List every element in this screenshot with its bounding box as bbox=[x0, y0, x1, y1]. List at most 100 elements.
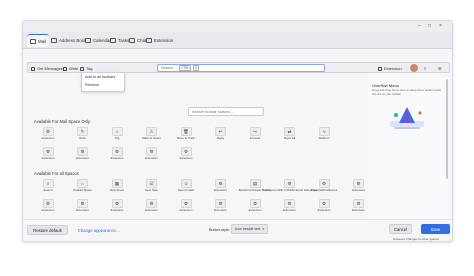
change-appearance-link[interactable]: Change appearance… bbox=[77, 225, 121, 235]
restore-default-button[interactable]: Restore default bbox=[27, 225, 68, 235]
palette-item[interactable]: ⚙ Summarize With A Mobile Email Hello Fre… bbox=[262, 179, 317, 196]
toolbar-button-icon: ▦ bbox=[111, 179, 123, 188]
palette-item-label: Extension bbox=[145, 156, 158, 160]
palette-item-label: Search bbox=[43, 188, 53, 192]
toolbar-button-icon: ⚙ bbox=[146, 199, 157, 208]
palette-item[interactable]: ▦ New Event bbox=[102, 179, 132, 196]
palette-item-label: Extension bbox=[317, 208, 331, 212]
palette-item[interactable]: ⤷ Redirect bbox=[309, 127, 339, 144]
write-button[interactable]: Write bbox=[63, 65, 78, 72]
button-label: Get Messages bbox=[37, 66, 63, 71]
palette-item[interactable]: ✎ Write bbox=[68, 127, 98, 144]
toolbar-button-icon: ⚙ bbox=[111, 147, 123, 156]
overflow-description: Drag and drop items here to keep them wi… bbox=[372, 88, 442, 96]
palette-item[interactable]: ⚙ Extension bbox=[309, 199, 339, 216]
toolbar-button-icon: ⚙ bbox=[284, 199, 295, 208]
palette-item-label: Extension bbox=[179, 156, 193, 160]
palette-item[interactable]: ⚙ Extension bbox=[206, 179, 236, 196]
palette-item[interactable]: ☑ New Task bbox=[137, 179, 167, 196]
palette-item[interactable]: ⚙ Extension bbox=[137, 199, 167, 216]
palette-item[interactable]: ⚙ Extension bbox=[102, 147, 132, 164]
palette-item[interactable]: ⚠ Mark as Spam bbox=[137, 127, 167, 144]
toolbar-button-icon: ⚠ bbox=[146, 127, 157, 136]
palette-item[interactable]: ☺ New Contact bbox=[171, 179, 201, 196]
close-button[interactable]: × bbox=[439, 23, 442, 29]
toolbar-button-icon: ⚙ bbox=[77, 147, 88, 156]
palette-item[interactable]: ⚙ Extension bbox=[275, 199, 305, 216]
extension-icon bbox=[146, 38, 152, 43]
palette-item[interactable]: ⇄ Reply All bbox=[275, 127, 305, 144]
toolbar-button-icon: ☺ bbox=[180, 179, 192, 188]
palette-item[interactable]: ⚙ Extension bbox=[33, 199, 63, 216]
palette-item-label: Extension bbox=[214, 208, 227, 212]
palette-item[interactable]: ⌂ Tag bbox=[102, 127, 132, 144]
palette-item-label: Extension bbox=[352, 208, 365, 212]
palette-item[interactable]: ⚙ Extension bbox=[68, 199, 98, 216]
button-label: Write bbox=[69, 66, 79, 71]
palette-item-label: Extension bbox=[145, 208, 158, 212]
toolbar-button-icon: ⚙ bbox=[180, 147, 192, 156]
toolbar-button-icon: ⌕ bbox=[42, 179, 54, 188]
toolbar-button-icon: ⚙ bbox=[215, 179, 226, 188]
toolbar-button-icon: ⚙ bbox=[318, 199, 330, 208]
palette-item-label: Extension bbox=[76, 156, 89, 160]
avatar[interactable] bbox=[410, 64, 418, 72]
toolbar-search-input[interactable]: Search… CTRL K bbox=[157, 64, 325, 72]
palette-item[interactable]: ⚙ Extension bbox=[137, 147, 167, 164]
overflow-panel: Overflow Menu Drag and drop items here t… bbox=[368, 77, 448, 225]
tasks-icon bbox=[110, 38, 116, 43]
cancel-button[interactable]: Cancel bbox=[389, 224, 412, 234]
search-placeholder: Search… bbox=[161, 66, 177, 70]
palette-item[interactable]: ↩ Reply bbox=[206, 127, 236, 144]
app-menu-icon[interactable]: ☰ bbox=[438, 65, 442, 72]
get-messages-button[interactable]: Get Messages bbox=[31, 65, 63, 72]
palette-item-label: Extension bbox=[110, 156, 124, 160]
shortcut-key: K bbox=[193, 65, 200, 71]
save-button[interactable]: Save bbox=[421, 224, 450, 234]
palette-item-label: Extension bbox=[76, 208, 89, 212]
search-placeholder: Search toolbar buttons… bbox=[192, 109, 235, 114]
minimize-button[interactable]: – bbox=[418, 23, 421, 29]
palette-item[interactable]: ⚙ ExportAsPlusNames bbox=[309, 179, 339, 196]
spaces-tab-bar: Mail Address Book Calendar Tasks Chat Ex… bbox=[23, 32, 452, 49]
palette-item-label: Extension bbox=[110, 208, 124, 212]
palette-item[interactable]: ⇔ Parallel Space bbox=[68, 179, 98, 196]
palette-item[interactable]: 🗑 Move to Trash bbox=[171, 127, 201, 144]
palette-item[interactable]: ⚙ Extension bbox=[33, 127, 63, 144]
palette-item[interactable]: ⚙ Extension bbox=[102, 199, 132, 216]
palette-item[interactable]: ⚙ Extension bbox=[206, 199, 236, 216]
palette-item-label: Forward bbox=[249, 136, 261, 140]
scrollbar[interactable] bbox=[446, 79, 448, 179]
spaces-menu-icon[interactable]: ≡ bbox=[424, 65, 426, 72]
tab-extension[interactable]: Extension bbox=[143, 34, 176, 47]
puzzle-icon bbox=[378, 66, 382, 71]
palette-item[interactable]: ⚙ Extension bbox=[68, 147, 98, 164]
toolbar-button-icon: 🗑 bbox=[180, 127, 192, 136]
palette-item[interactable]: ⚙ Extension bbox=[171, 147, 201, 164]
button-label: Extension bbox=[384, 66, 402, 71]
toolbar-button-icon: ⚙ bbox=[111, 199, 123, 208]
palette-item-label: ExportAsPlusNames bbox=[310, 188, 338, 192]
palette-item[interactable]: ⚙ Extension bbox=[171, 199, 201, 216]
button-style-select[interactable]: Icon beside text ▾ bbox=[231, 224, 268, 234]
toolbar-button-icon: ⚙ bbox=[42, 127, 54, 136]
toolbar-button-icon: ⚙ bbox=[353, 179, 364, 188]
toolbar-button-icon: ↪ bbox=[249, 127, 261, 136]
palette-item-label: New Event bbox=[110, 188, 124, 192]
tag-button[interactable]: Tag bbox=[80, 65, 92, 72]
palette-item-label: Move to Trash bbox=[176, 136, 196, 140]
palette-item[interactable]: ⌕ Search bbox=[33, 179, 63, 196]
palette-item[interactable]: ⚙ Extension bbox=[33, 147, 63, 164]
palette-item-label: New Contact bbox=[177, 188, 195, 192]
maximize-button[interactable]: □ bbox=[428, 23, 431, 29]
palette-item-label: Extension bbox=[41, 156, 55, 160]
extension-button[interactable]: Extension bbox=[378, 65, 402, 72]
palette-search-input[interactable]: Search toolbar buttons… bbox=[188, 107, 264, 116]
select-value: Icon beside text bbox=[235, 227, 261, 231]
tab-mail[interactable]: Mail bbox=[27, 34, 50, 47]
unsaved-changes-note: Unsaved Changes in other spaces bbox=[393, 237, 439, 241]
palette-item-label: Reply All bbox=[283, 136, 296, 140]
palette-item[interactable]: ⚙ Extension bbox=[240, 199, 270, 216]
palette-item[interactable]: ↪ Forward bbox=[240, 127, 270, 144]
palette-item-label: Extension bbox=[214, 188, 227, 192]
